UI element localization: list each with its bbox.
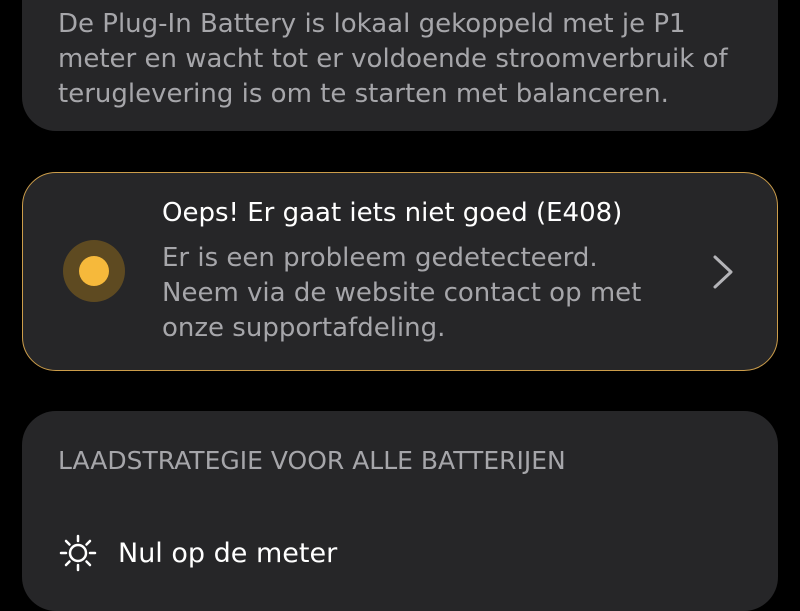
- error-alert-card[interactable]: Oeps! Er gaat iets niet goed (E408) Er i…: [22, 172, 778, 371]
- battery-info-text: De Plug-In Battery is lokaal gekoppeld m…: [58, 9, 728, 109]
- strategy-option-label: Nul op de meter: [118, 538, 338, 569]
- chevron-right-icon[interactable]: [709, 254, 737, 290]
- charge-strategy-card: LAADSTRATEGIE VOOR ALLE BATTERIJEN Nul o…: [22, 411, 778, 611]
- alert-message: Er is een probleem gedetecteerd. Neem vi…: [162, 243, 642, 343]
- sun-icon: [59, 534, 97, 572]
- warning-status-icon: [63, 240, 125, 302]
- warning-status-dot: [79, 256, 109, 286]
- alert-title: Oeps! Er gaat iets niet goed (E408): [162, 198, 623, 228]
- strategy-option-nul-op-de-meter[interactable]: Nul op de meter: [58, 533, 658, 573]
- battery-info-card: De Plug-In Battery is lokaal gekoppeld m…: [22, 0, 778, 131]
- section-title: LAADSTRATEGIE VOOR ALLE BATTERIJEN: [58, 446, 566, 475]
